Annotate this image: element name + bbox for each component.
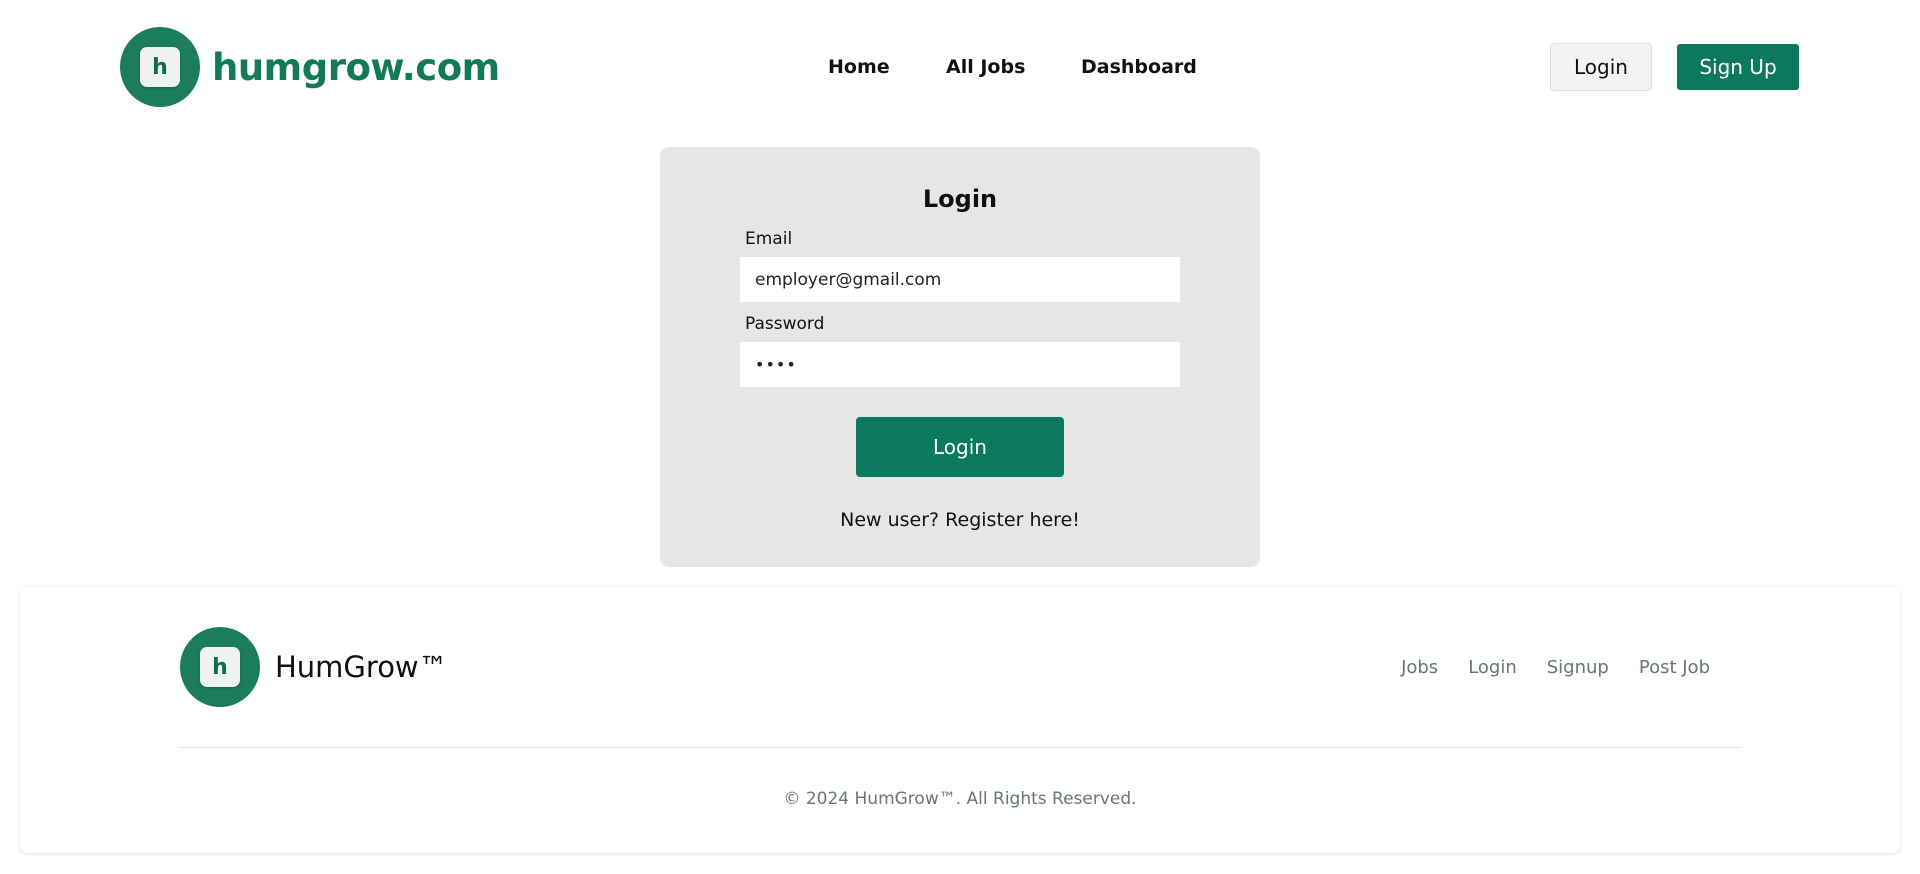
footer-divider [180,747,1740,748]
nav-all-jobs[interactable]: All Jobs [946,54,1025,80]
page: h humgrow.com Home All Jobs Dashboard Lo… [0,0,1920,874]
site-footer: h HumGrow™ Jobs Login Signup Post Job © … [20,587,1900,853]
email-label: Email [745,229,793,249]
email-field[interactable]: employer@gmail.com [740,257,1180,302]
footer-link-jobs[interactable]: Jobs [1401,657,1438,678]
footer-logo-icon: h [180,627,260,707]
copyright-text: © 2024 HumGrow™. All Rights Reserved. [783,789,1137,809]
footer-brand: h HumGrow™ [180,627,448,707]
site-header: h humgrow.com Home All Jobs Dashboard Lo… [0,0,1920,134]
brand-name: humgrow.com [212,45,500,89]
login-submit-button[interactable]: Login [856,417,1064,477]
logo-tile: h [140,47,180,87]
login-title: Login [922,185,998,213]
footer-link-post-job[interactable]: Post Job [1639,657,1710,678]
password-label: Password [745,314,825,334]
footer-link-login[interactable]: Login [1468,657,1517,678]
logo-icon: h [120,27,200,107]
footer-logo-tile: h [200,647,240,687]
footer-nav: Jobs Login Signup Post Job [1401,657,1710,678]
nav-home[interactable]: Home [828,54,890,80]
footer-link-signup[interactable]: Signup [1547,657,1609,678]
register-link[interactable]: New user? Register here! [660,509,1260,531]
login-card: Login Email employer@gmail.com Password … [660,147,1260,567]
header-login-button[interactable]: Login [1550,43,1652,91]
brand-logo-link[interactable]: h humgrow.com [120,27,500,107]
header-signup-button[interactable]: Sign Up [1677,44,1799,90]
password-field[interactable]: •••• [740,342,1180,387]
nav-dashboard[interactable]: Dashboard [1081,54,1197,80]
footer-brand-name: HumGrow™ [275,650,448,684]
